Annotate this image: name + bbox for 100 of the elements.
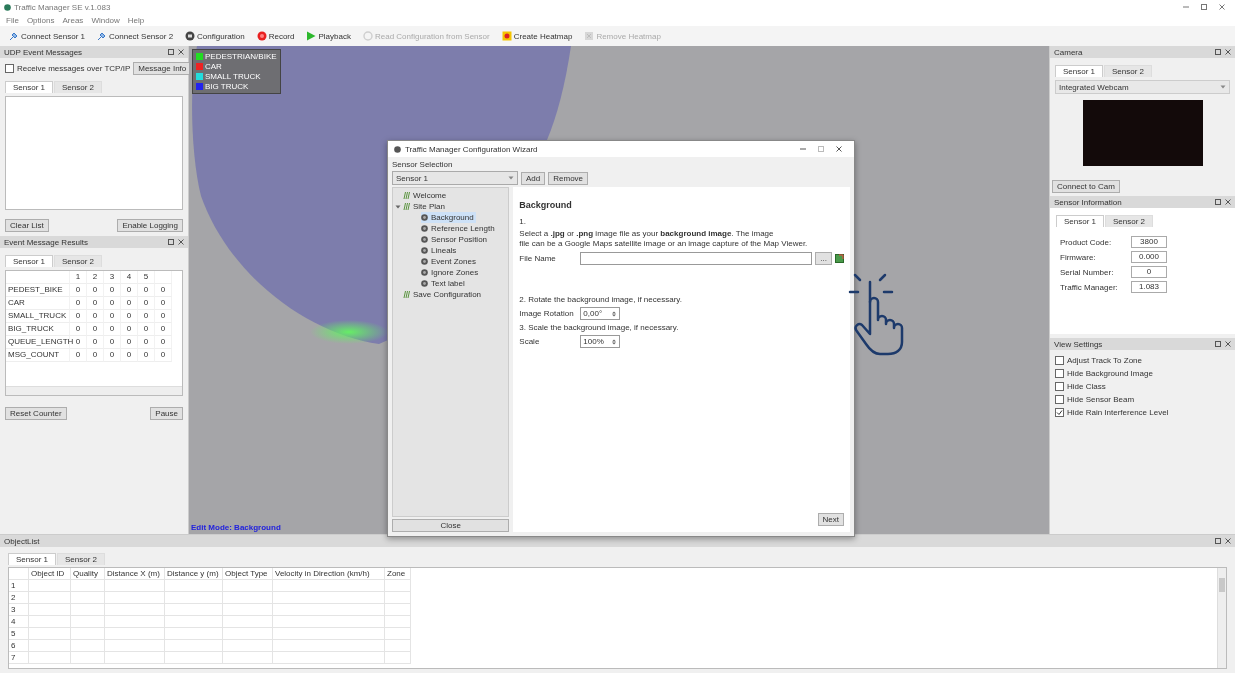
close-icon[interactable] xyxy=(1219,4,1225,10)
tree-item[interactable]: Sensor Position xyxy=(421,234,490,245)
sensor-tab[interactable]: Sensor 2 xyxy=(1104,65,1153,77)
next-button[interactable]: Next xyxy=(817,513,844,526)
remove-button[interactable]: Remove xyxy=(548,171,589,185)
sensor-tab[interactable]: Sensor 1 xyxy=(8,553,57,565)
close-icon[interactable] xyxy=(178,239,184,245)
horizontal-scrollbar[interactable] xyxy=(6,386,182,395)
checkbox[interactable] xyxy=(1055,408,1064,417)
column-header: Velocity in Direction (km/h) xyxy=(273,568,385,580)
button[interactable]: Pause xyxy=(150,407,183,420)
disc-icon xyxy=(421,236,428,243)
toolbar-button[interactable]: Playback xyxy=(303,30,354,42)
sensor-tab[interactable]: Sensor 2 xyxy=(57,553,106,565)
column-header: Distance X (m) xyxy=(105,568,165,580)
tree-item[interactable]: Ignore Zones xyxy=(421,267,481,278)
button[interactable]: Reset Counter xyxy=(5,407,67,420)
dropdown-caret-icon xyxy=(508,175,514,181)
table-cell xyxy=(223,580,273,592)
checkbox[interactable] xyxy=(1055,395,1064,404)
toolbar-button[interactable]: Create Heatmap xyxy=(498,30,576,42)
table-cell: 0 xyxy=(104,284,121,297)
float-icon[interactable] xyxy=(1215,538,1221,544)
sensor-tab[interactable]: Sensor 2 xyxy=(1105,215,1154,227)
float-icon[interactable] xyxy=(1215,49,1221,55)
tree-item[interactable]: Site Plan xyxy=(403,201,448,212)
table-cell: 0 xyxy=(155,349,172,362)
toolbar-button[interactable]: Configuration xyxy=(182,30,248,42)
toolbar-button[interactable]: Connect Sensor 2 xyxy=(94,30,177,42)
tree-item[interactable]: Text label xyxy=(421,278,467,289)
checkbox[interactable] xyxy=(5,64,14,73)
sensor-tab[interactable]: Sensor 1 xyxy=(1055,65,1104,77)
panel-title: View Settings xyxy=(1054,339,1103,349)
table-cell: 0 xyxy=(70,284,87,297)
stripes-icon xyxy=(403,203,410,210)
close-icon[interactable] xyxy=(836,146,842,152)
close-icon[interactable] xyxy=(1225,341,1231,347)
float-icon[interactable] xyxy=(1215,199,1221,205)
close-icon[interactable] xyxy=(178,49,184,55)
gear-icon xyxy=(185,31,196,41)
checkbox[interactable] xyxy=(1055,382,1064,391)
message-info-button[interactable]: Message Info xyxy=(133,62,192,75)
file-name-field[interactable] xyxy=(580,252,813,265)
row-header: BIG_TRUCK xyxy=(6,323,70,336)
table-cell xyxy=(165,628,223,640)
table-cell: 0 xyxy=(155,297,172,310)
menu-item[interactable]: Help xyxy=(127,15,145,25)
table-cell xyxy=(6,271,70,284)
float-icon[interactable] xyxy=(168,49,174,55)
vertical-scrollbar[interactable] xyxy=(1217,568,1226,668)
app-logo-icon xyxy=(394,145,401,153)
toolbar-button[interactable]: Record xyxy=(253,30,298,42)
checkbox[interactable] xyxy=(1055,356,1064,365)
float-icon[interactable] xyxy=(1215,341,1221,347)
table-cell xyxy=(71,628,105,640)
field-label: Product Code: xyxy=(1060,237,1113,247)
sensor-tab[interactable]: Sensor 1 xyxy=(5,255,54,267)
add-button[interactable]: Add xyxy=(521,171,546,185)
sensor-tab[interactable]: Sensor 1 xyxy=(5,81,54,93)
sensor-tab[interactable]: Sensor 2 xyxy=(54,255,103,267)
toolbar-button[interactable]: Connect Sensor 1 xyxy=(6,30,89,42)
connect-button[interactable]: Connect to Cam xyxy=(1052,180,1120,193)
scale-spinbox[interactable]: 100% xyxy=(580,335,621,348)
tree-item[interactable]: Reference Length xyxy=(421,223,497,234)
table-cell xyxy=(105,592,165,604)
table-cell: 0 xyxy=(138,349,155,362)
window-title: Traffic Manager SE v.1.083 xyxy=(14,2,111,12)
tree-item[interactable]: Lineals xyxy=(421,245,459,256)
button[interactable]: Enable Logging xyxy=(117,219,183,232)
checkbox-label: Adjust Track To Zone xyxy=(1067,356,1142,365)
maximize-icon[interactable] xyxy=(1201,4,1207,10)
menu-item[interactable]: File xyxy=(6,15,19,25)
browse-button[interactable]: ... xyxy=(815,252,832,265)
table-cell xyxy=(105,580,165,592)
menu-item[interactable]: Options xyxy=(26,15,55,25)
tree-item[interactable]: Background xyxy=(421,212,476,223)
table-cell xyxy=(105,604,165,616)
sensor-tab[interactable]: Sensor 1 xyxy=(1056,215,1105,227)
float-icon[interactable] xyxy=(168,239,174,245)
close-icon[interactable] xyxy=(1225,49,1231,55)
sensor-dropdown[interactable]: Sensor 1 xyxy=(392,171,518,185)
menu-item[interactable]: Areas xyxy=(62,15,84,25)
close-icon[interactable] xyxy=(1225,538,1231,544)
column-header: Zone xyxy=(385,568,411,580)
menu-item[interactable]: Window xyxy=(91,15,120,25)
close-button[interactable]: Close xyxy=(392,519,510,532)
tree-item[interactable]: Event Zones xyxy=(421,256,478,267)
remove-icon xyxy=(584,31,595,41)
sensor-tab[interactable]: Sensor 2 xyxy=(54,81,103,93)
table-cell xyxy=(165,652,223,664)
field-label: Serial Number: xyxy=(1060,267,1115,277)
tree-item[interactable]: Save Configuration xyxy=(403,289,484,300)
rotation-spinbox[interactable]: 0,00° xyxy=(580,307,621,320)
tree-item[interactable]: Welcome xyxy=(403,190,449,201)
close-icon[interactable] xyxy=(1225,199,1231,205)
table-cell: 0 xyxy=(121,349,138,362)
checkbox[interactable] xyxy=(1055,369,1064,378)
record-icon xyxy=(256,31,267,41)
button[interactable]: Clear List xyxy=(5,219,49,232)
camera-dropdown[interactable]: Integrated Webcam xyxy=(1055,80,1230,94)
